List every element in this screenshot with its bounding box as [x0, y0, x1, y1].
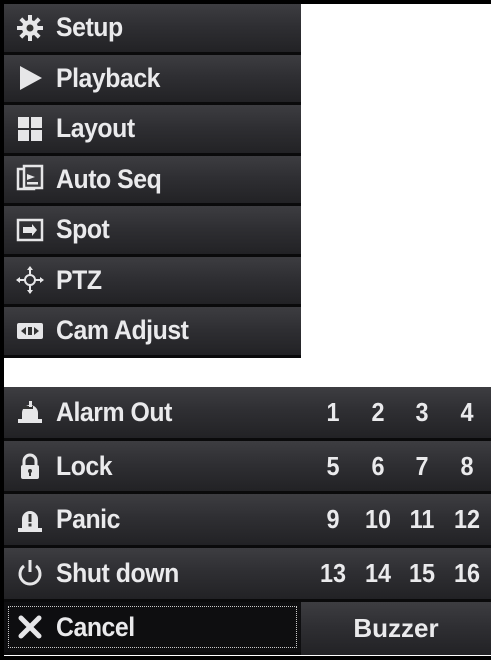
cancel-button[interactable]: Cancel	[4, 601, 301, 656]
menu-item-setup[interactable]: Setup	[4, 4, 301, 55]
lock-row: Lock 5 6 7 8	[4, 440, 491, 495]
panic-icon	[10, 500, 50, 540]
menu-item-label: Shut down	[56, 557, 179, 588]
menu-item-lock[interactable]: Lock	[4, 440, 301, 495]
ptz-icon	[10, 260, 50, 300]
lock-icon	[10, 446, 50, 486]
power-icon	[10, 553, 50, 593]
menu-item-label: Setup	[56, 12, 123, 43]
menu-item-spot[interactable]: Spot	[4, 206, 301, 257]
menu-item-cam-adjust[interactable]: Cam Adjust	[4, 307, 301, 358]
channel-button[interactable]: 6	[360, 451, 396, 482]
menu-item-label: Playback	[56, 62, 161, 93]
channel-button[interactable]: 11	[404, 504, 440, 535]
channel-buttons: 13 14 15 16	[301, 548, 491, 602]
channel-button[interactable]: 4	[449, 397, 485, 428]
channel-buttons: 1 2 3 4	[301, 387, 491, 441]
channel-button[interactable]: 9	[315, 504, 351, 535]
menu-item-label: Layout	[56, 113, 135, 144]
menu-item-alarm-out[interactable]: Alarm Out	[4, 387, 301, 441]
alarm-out-icon	[10, 392, 50, 432]
panic-row: Panic 9 10 11 12	[4, 494, 491, 549]
channel-button[interactable]: 5	[315, 451, 351, 482]
menu-item-label: Auto Seq	[56, 163, 162, 194]
menu-item-layout[interactable]: Layout	[4, 105, 301, 156]
menu-item-auto-seq[interactable]: Auto Seq	[4, 155, 301, 206]
menu-item-playback[interactable]: Playback	[4, 54, 301, 105]
spot-icon	[10, 210, 50, 250]
menu-item-ptz[interactable]: PTZ	[4, 256, 301, 307]
channel-buttons: 5 6 7 8	[301, 440, 491, 495]
channel-button[interactable]: 15	[404, 558, 440, 589]
alarm-panel: Alarm Out 1 2 3 4 Lock 5 6 7 8 Panic 9 1…	[4, 387, 491, 656]
channel-button[interactable]: 3	[404, 397, 440, 428]
channel-button[interactable]: 7	[404, 451, 440, 482]
menu-item-label: Alarm Out	[56, 396, 172, 427]
channel-button[interactable]: 10	[360, 504, 396, 535]
main-menu: Setup Playback Layout Auto Seq Spot PTZ	[4, 4, 301, 358]
menu-item-label: PTZ	[56, 264, 102, 295]
cancel-row: Cancel Buzzer	[4, 601, 491, 656]
grid-icon	[10, 109, 50, 149]
menu-item-label: Cam Adjust	[56, 315, 189, 346]
close-icon	[10, 607, 50, 647]
menu-item-label: Panic	[56, 504, 120, 535]
gear-icon	[10, 8, 50, 48]
cancel-label: Cancel	[56, 611, 135, 642]
channel-button[interactable]: 8	[449, 451, 485, 482]
menu-item-panic[interactable]: Panic	[4, 494, 301, 549]
channel-button[interactable]: 14	[360, 558, 396, 589]
channel-button[interactable]: 1	[315, 397, 351, 428]
shutdown-row: Shut down 13 14 15 16	[4, 548, 491, 602]
channel-button[interactable]: 2	[360, 397, 396, 428]
channel-buttons: 9 10 11 12	[301, 494, 491, 549]
buzzer-button[interactable]: Buzzer	[301, 601, 491, 656]
alarm-out-row: Alarm Out 1 2 3 4	[4, 387, 491, 441]
channel-button[interactable]: 16	[449, 558, 485, 589]
play-icon	[10, 58, 50, 98]
channel-button[interactable]: 12	[449, 504, 485, 535]
menu-item-shut-down[interactable]: Shut down	[4, 548, 301, 602]
auto-sequence-icon	[10, 159, 50, 199]
menu-item-label: Spot	[56, 214, 110, 245]
menu-item-label: Lock	[56, 450, 113, 481]
camera-adjust-icon	[10, 311, 50, 351]
channel-button[interactable]: 13	[315, 558, 351, 589]
